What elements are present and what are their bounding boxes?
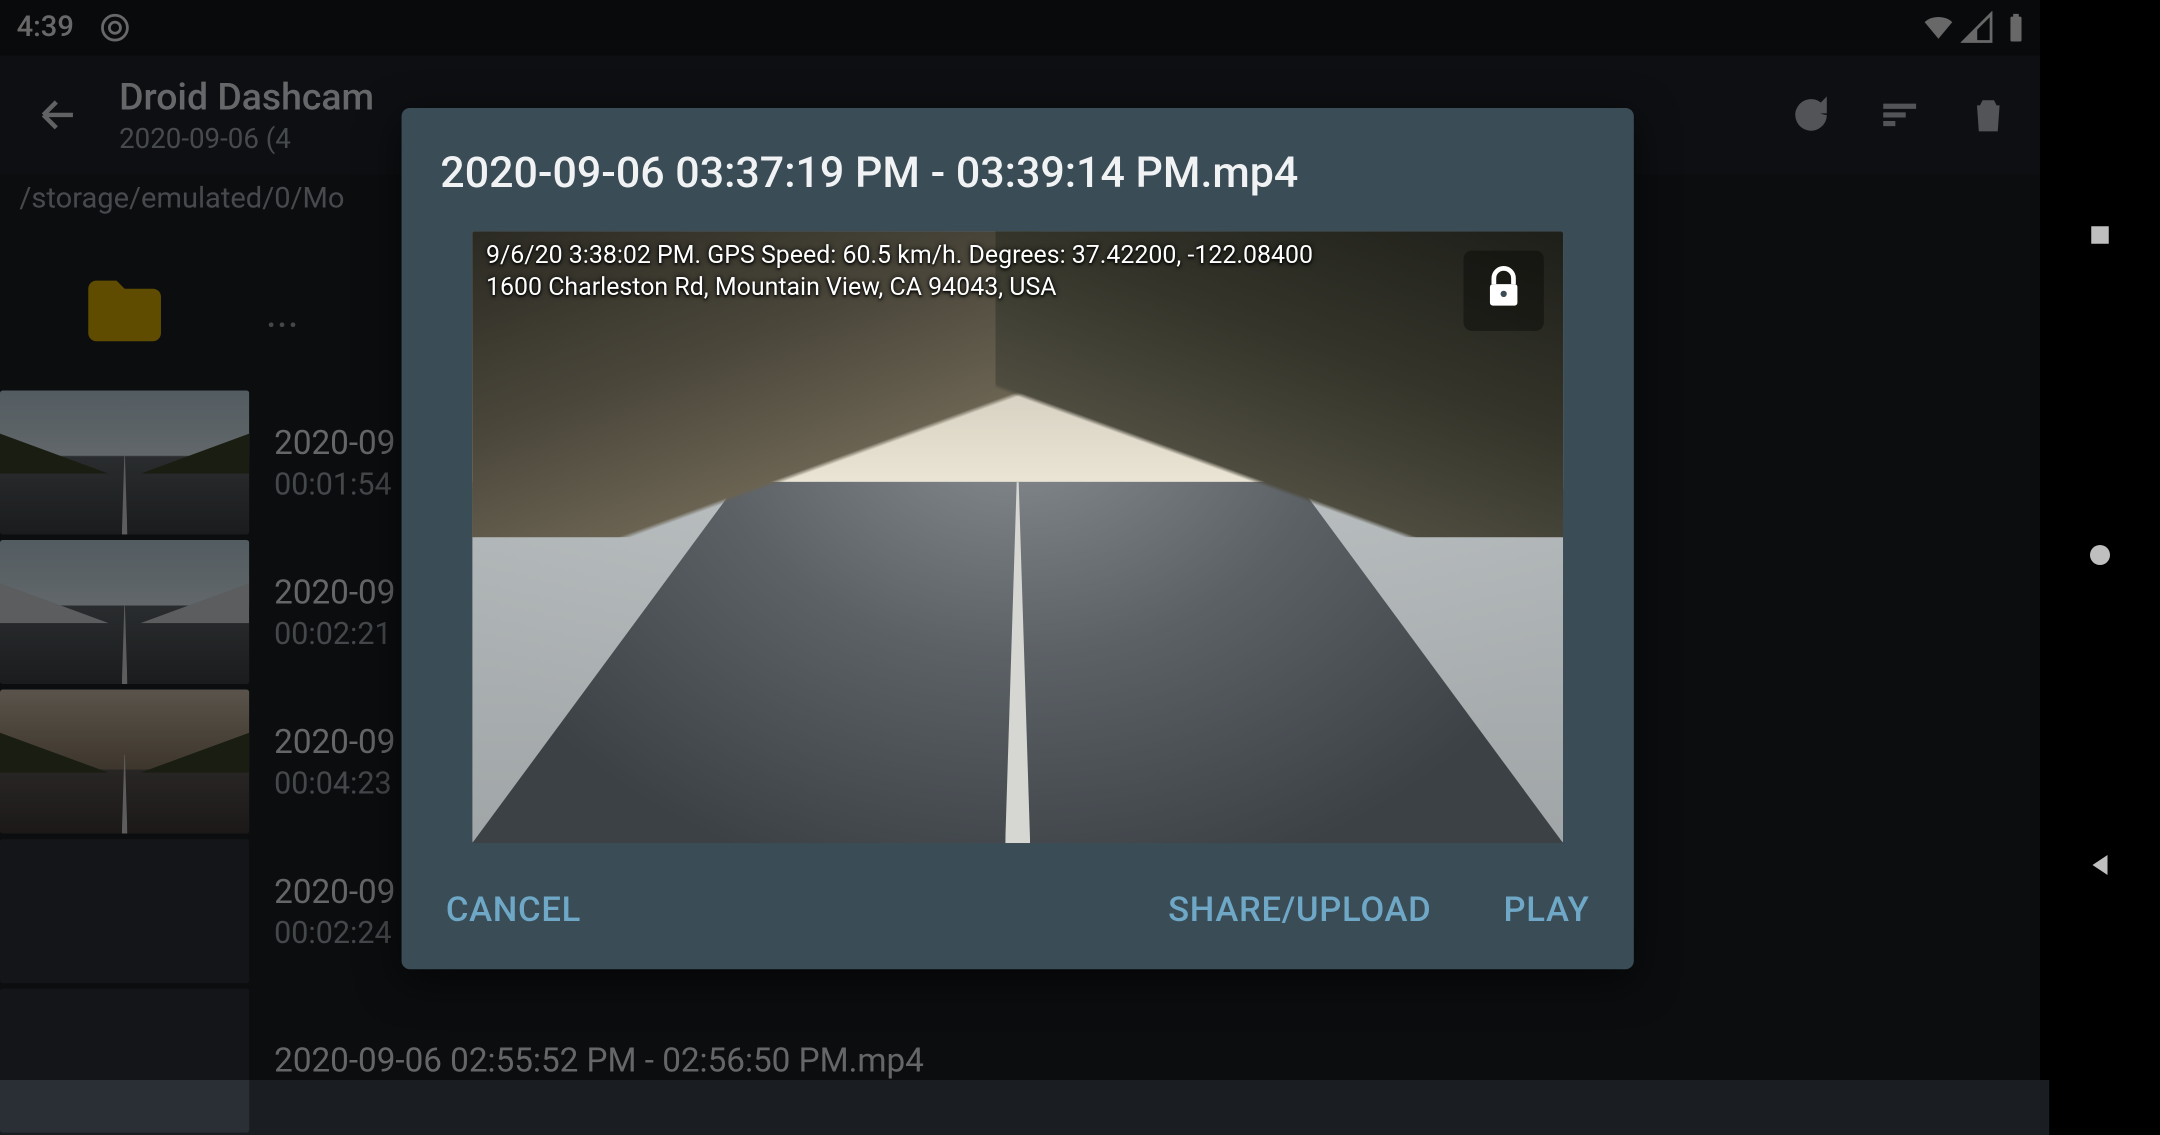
- system-nav-bar: [2040, 0, 2160, 1080]
- preview-image: [472, 231, 1563, 843]
- share-upload-button[interactable]: SHARE/UPLOAD: [1163, 882, 1437, 939]
- lock-button[interactable]: [1464, 251, 1544, 331]
- dialog-title: 2020-09-06 03:37:19 PM - 03:39:14 PM.mp4: [440, 147, 1595, 198]
- recents-button[interactable]: [2085, 220, 2115, 250]
- video-overlay-text: 9/6/20 3:38:02 PM. GPS Speed: 60.5 km/h.…: [486, 240, 1397, 305]
- cancel-button[interactable]: CANCEL: [440, 882, 586, 939]
- app-window: 4:39 Droid Dashcam 2020-09-06 (4: [0, 0, 2049, 1080]
- video-preview-dialog: 2020-09-06 03:37:19 PM - 03:39:14 PM.mp4…: [402, 108, 1634, 969]
- overlay-line1: 9/6/20 3:38:02 PM. GPS Speed: 60.5 km/h.…: [486, 240, 1397, 272]
- back-nav-button[interactable]: [2085, 850, 2115, 880]
- overlay-line2: 1600 Charleston Rd, Mountain View, CA 94…: [486, 272, 1397, 304]
- home-button[interactable]: [2085, 540, 2115, 570]
- lock-icon: [1480, 264, 1527, 317]
- play-button[interactable]: PLAY: [1498, 882, 1595, 939]
- video-preview[interactable]: 9/6/20 3:38:02 PM. GPS Speed: 60.5 km/h.…: [472, 231, 1563, 843]
- dialog-button-row: CANCEL SHARE/UPLOAD PLAY: [440, 882, 1595, 939]
